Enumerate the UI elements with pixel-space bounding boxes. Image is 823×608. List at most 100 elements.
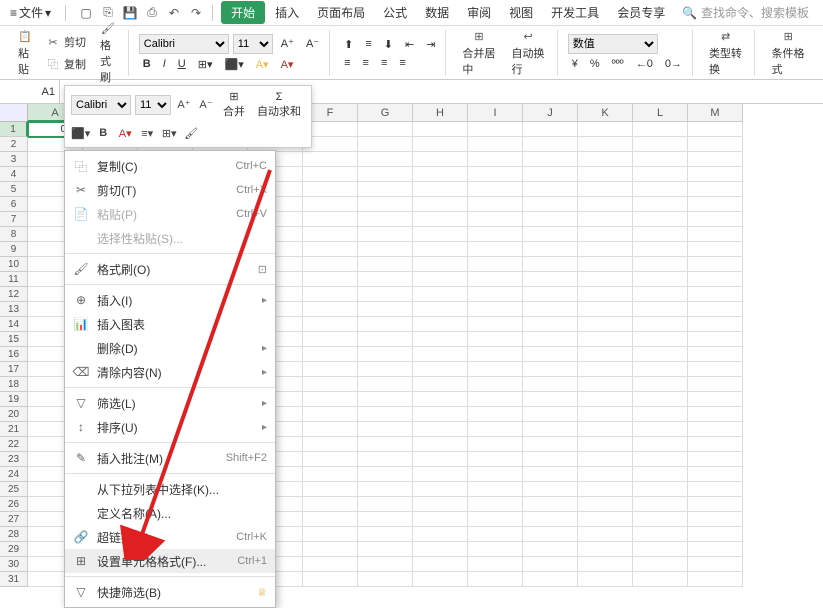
cell[interactable] — [633, 152, 688, 167]
cell[interactable] — [413, 362, 468, 377]
cell[interactable] — [523, 407, 578, 422]
font-name-select[interactable]: Calibri — [139, 34, 229, 54]
cell[interactable] — [523, 272, 578, 287]
namebox[interactable]: A1 — [0, 80, 60, 103]
tab-start[interactable]: 开始 — [221, 1, 265, 24]
cell[interactable] — [578, 227, 633, 242]
cell[interactable] — [358, 347, 413, 362]
merge-center-button[interactable]: ⊞合并居中 — [456, 27, 501, 79]
row-header[interactable]: 28 — [0, 527, 28, 542]
cell[interactable] — [523, 392, 578, 407]
cell[interactable] — [303, 407, 358, 422]
cell[interactable] — [578, 467, 633, 482]
cell[interactable] — [578, 242, 633, 257]
cell[interactable] — [523, 317, 578, 332]
cell[interactable] — [413, 287, 468, 302]
cell[interactable] — [303, 467, 358, 482]
column-header[interactable]: M — [688, 104, 743, 122]
cell[interactable] — [358, 542, 413, 557]
mini-bold[interactable]: B — [94, 123, 112, 143]
search-box[interactable]: 🔍 查找命令、搜索模板 — [682, 4, 819, 21]
mini-dec-font[interactable]: A⁻ — [197, 95, 215, 115]
cell[interactable] — [523, 542, 578, 557]
row-header[interactable]: 7 — [0, 212, 28, 227]
cell[interactable] — [413, 497, 468, 512]
font-size-select[interactable]: 11 — [233, 34, 273, 54]
cell[interactable] — [303, 542, 358, 557]
cell[interactable] — [468, 362, 523, 377]
cell[interactable] — [413, 227, 468, 242]
cell[interactable] — [688, 137, 743, 152]
cell[interactable] — [633, 527, 688, 542]
tab-insert[interactable]: 插入 — [267, 2, 307, 23]
cell[interactable] — [633, 227, 688, 242]
align-center-button[interactable]: ≡ — [359, 55, 373, 71]
cell[interactable] — [633, 467, 688, 482]
cell[interactable] — [523, 422, 578, 437]
cell[interactable] — [303, 332, 358, 347]
cell[interactable] — [523, 152, 578, 167]
cell[interactable] — [468, 422, 523, 437]
cell[interactable] — [413, 242, 468, 257]
cell[interactable] — [688, 392, 743, 407]
cm-comment[interactable]: ✎插入批注(M)Shift+F2 — [65, 446, 275, 470]
highlight-button[interactable]: A▾ — [252, 56, 273, 73]
cell[interactable] — [468, 527, 523, 542]
cell[interactable] — [688, 482, 743, 497]
cell[interactable] — [413, 152, 468, 167]
cell[interactable] — [688, 242, 743, 257]
cell[interactable] — [413, 272, 468, 287]
cell[interactable] — [303, 212, 358, 227]
align-mid-button[interactable]: ≡ — [361, 36, 375, 52]
cell[interactable] — [523, 347, 578, 362]
cell[interactable] — [578, 452, 633, 467]
cell[interactable] — [523, 302, 578, 317]
cell[interactable] — [633, 332, 688, 347]
cell[interactable] — [358, 422, 413, 437]
cell[interactable] — [468, 557, 523, 572]
cell[interactable] — [358, 377, 413, 392]
cell[interactable] — [303, 242, 358, 257]
mini-inc-font[interactable]: A⁺ — [175, 95, 193, 115]
cell[interactable] — [633, 452, 688, 467]
cm-copy[interactable]: ⿻复制(C)Ctrl+C — [65, 154, 275, 178]
cell[interactable] — [688, 557, 743, 572]
cell[interactable] — [578, 197, 633, 212]
cell[interactable] — [358, 362, 413, 377]
cell[interactable] — [358, 272, 413, 287]
cell[interactable] — [413, 197, 468, 212]
cell[interactable] — [413, 347, 468, 362]
cell[interactable] — [578, 377, 633, 392]
cell[interactable] — [358, 137, 413, 152]
cell[interactable] — [523, 122, 578, 137]
bold-button[interactable]: B — [139, 56, 155, 72]
cell[interactable] — [303, 347, 358, 362]
inc-decimal-button[interactable]: ←0 — [632, 56, 657, 72]
cell[interactable] — [468, 197, 523, 212]
cell[interactable] — [633, 257, 688, 272]
row-header[interactable]: 9 — [0, 242, 28, 257]
tab-view[interactable]: 视图 — [501, 2, 541, 23]
cm-cut[interactable]: ✂剪切(T)Ctrl+X — [65, 178, 275, 202]
cell[interactable] — [523, 572, 578, 587]
justify-button[interactable]: ≡ — [395, 55, 409, 71]
mini-borders[interactable]: ⊞▾ — [160, 123, 178, 143]
cell[interactable] — [303, 377, 358, 392]
cell[interactable] — [413, 437, 468, 452]
cell[interactable] — [468, 302, 523, 317]
row-header[interactable]: 30 — [0, 557, 28, 572]
tab-layout[interactable]: 页面布局 — [309, 2, 373, 23]
cell[interactable] — [468, 152, 523, 167]
row-header[interactable]: 10 — [0, 257, 28, 272]
cm-define-name[interactable]: 定义名称(A)... — [65, 501, 275, 525]
cell[interactable] — [633, 407, 688, 422]
cm-quick-filter[interactable]: ▽快捷筛选(B)♕ — [65, 580, 275, 604]
cell[interactable] — [688, 332, 743, 347]
cell[interactable] — [303, 317, 358, 332]
cell[interactable] — [358, 497, 413, 512]
print-icon[interactable]: ⎙ — [144, 5, 160, 21]
cell[interactable] — [303, 182, 358, 197]
row-header[interactable]: 15 — [0, 332, 28, 347]
row-header[interactable]: 29 — [0, 542, 28, 557]
indent-right-button[interactable]: ⇥ — [422, 36, 439, 53]
